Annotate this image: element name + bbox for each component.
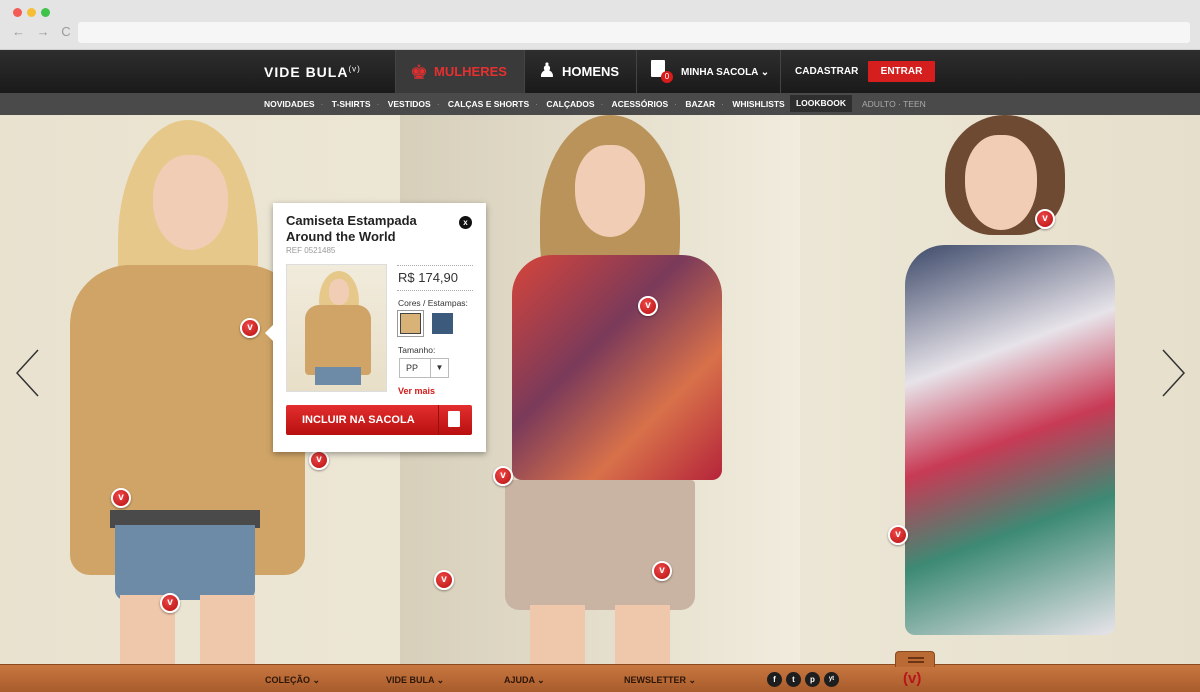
pinterest-icon[interactable]: p (805, 672, 820, 687)
product-hotspot[interactable]: v (434, 570, 454, 590)
site-logo[interactable]: VIDE BULA(v) (264, 64, 361, 80)
browser-nav-icons[interactable]: ← → C (12, 24, 75, 39)
model-face (153, 155, 228, 250)
nav-tshirts[interactable]: T-SHIRTS (332, 99, 371, 109)
product-hotspot[interactable]: v (888, 525, 908, 545)
nav-vestidos[interactable]: VESTIDOS (388, 99, 431, 109)
minimize-window-dot[interactable] (27, 8, 36, 17)
lookbook-tab[interactable]: LOOKBOOK (790, 95, 852, 112)
close-window-dot[interactable] (13, 8, 22, 17)
product-hotspot[interactable]: v (309, 450, 329, 470)
color-swatch-tan[interactable] (400, 313, 421, 334)
nav-novidades[interactable]: NOVIDADES (264, 99, 315, 109)
my-bag-dropdown[interactable]: MINHA SACOLA ⌄ (681, 67, 769, 78)
add-bag-icon (438, 405, 472, 435)
nav-calcas-shorts[interactable]: CALÇAS E SHORTS (448, 99, 529, 109)
model-leg (615, 605, 670, 665)
browser-chrome: ← → C (0, 0, 1200, 50)
product-hotspot[interactable]: v (493, 466, 513, 486)
model-face (575, 145, 645, 237)
site-footer: COLEÇÃO ⌄ VIDE BULA ⌄ AJUDA ⌄ NEWSLETTER… (0, 651, 1200, 692)
footer-logo[interactable]: (v) (903, 670, 921, 687)
youtube-icon[interactable]: yt (824, 672, 839, 687)
product-hotspot[interactable]: v (240, 318, 260, 338)
divider (397, 265, 473, 266)
adult-teen-toggle[interactable]: ADULTO · TEEN (862, 99, 926, 109)
product-hotspot[interactable]: v (638, 296, 658, 316)
nav-women-label: MULHERES (434, 64, 507, 79)
divider (636, 50, 637, 93)
woman-icon: ♚ (410, 62, 428, 84)
divider (780, 50, 781, 93)
add-to-bag-button[interactable]: INCLUIR NA SACOLA (286, 405, 472, 435)
maximize-window-dot[interactable] (41, 8, 50, 17)
register-link[interactable]: CADASTRAR (795, 66, 858, 77)
model-shorts (115, 525, 255, 600)
chevron-right-icon[interactable] (1159, 348, 1187, 398)
lookbook-photo-3 (800, 115, 1200, 664)
address-bar[interactable] (78, 22, 1190, 43)
product-price: R$ 174,90 (398, 270, 458, 285)
facebook-icon[interactable]: f (767, 672, 782, 687)
product-ref: REF 0521485 (286, 246, 336, 255)
nav-calcados[interactable]: CALÇADOS (546, 99, 594, 109)
colors-label: Cores / Estampas: (398, 298, 468, 308)
nav-women[interactable]: ♚ MULHERES (396, 50, 524, 93)
model-leg (530, 605, 585, 665)
footer-expand-tab[interactable] (895, 651, 935, 667)
footer-colecao[interactable]: COLEÇÃO ⌄ (265, 675, 320, 686)
close-icon[interactable]: x (459, 216, 472, 229)
product-quickview-popup: Camiseta Estampada Around the World x RE… (265, 203, 486, 452)
see-more-link[interactable]: Ver mais (398, 386, 435, 396)
nav-bazar[interactable]: BAZAR (685, 99, 715, 109)
product-hotspot[interactable]: v (160, 593, 180, 613)
footer-vide-bula[interactable]: VIDE BULA ⌄ (386, 675, 444, 686)
model-top (512, 255, 722, 480)
twitter-icon[interactable]: t (786, 672, 801, 687)
footer-newsletter[interactable]: NEWSLETTER ⌄ (624, 675, 696, 686)
size-label: Tamanho: (398, 345, 436, 355)
divider (397, 290, 473, 291)
color-swatch-blue[interactable] (432, 313, 453, 334)
size-value: PP (406, 363, 419, 373)
category-nav: NOVIDADES · T-SHIRTS · VESTIDOS · CALÇAS E … (0, 93, 1200, 115)
add-to-bag-label: INCLUIR NA SACOLA (302, 414, 415, 426)
size-select[interactable]: PP ▼ (399, 358, 449, 378)
divider (524, 50, 525, 93)
nav-acessorios[interactable]: ACESSÓRIOS (611, 99, 668, 109)
man-icon[interactable]: ♟ (538, 58, 556, 83)
product-thumbnail[interactable] (286, 264, 387, 392)
footer-ajuda[interactable]: AJUDA ⌄ (504, 675, 545, 686)
model-face (965, 135, 1037, 230)
product-title: Camiseta Estampada Around the World (286, 213, 417, 244)
product-hotspot[interactable]: v (652, 561, 672, 581)
nav-whishlists[interactable]: WHISHLISTS (732, 99, 784, 109)
dropdown-caret-icon: ▼ (430, 359, 448, 377)
popup-pointer (265, 325, 273, 341)
chevron-left-icon[interactable] (14, 348, 42, 398)
model-shorts (505, 480, 695, 610)
model-dress (905, 245, 1115, 635)
nav-men[interactable]: HOMENS (562, 64, 619, 79)
product-hotspot[interactable]: v (1035, 209, 1055, 229)
model-leg (200, 595, 255, 665)
bag-count-badge: 0 (661, 71, 673, 83)
product-hotspot[interactable]: v (111, 488, 131, 508)
login-button[interactable]: ENTRAR (868, 61, 935, 82)
